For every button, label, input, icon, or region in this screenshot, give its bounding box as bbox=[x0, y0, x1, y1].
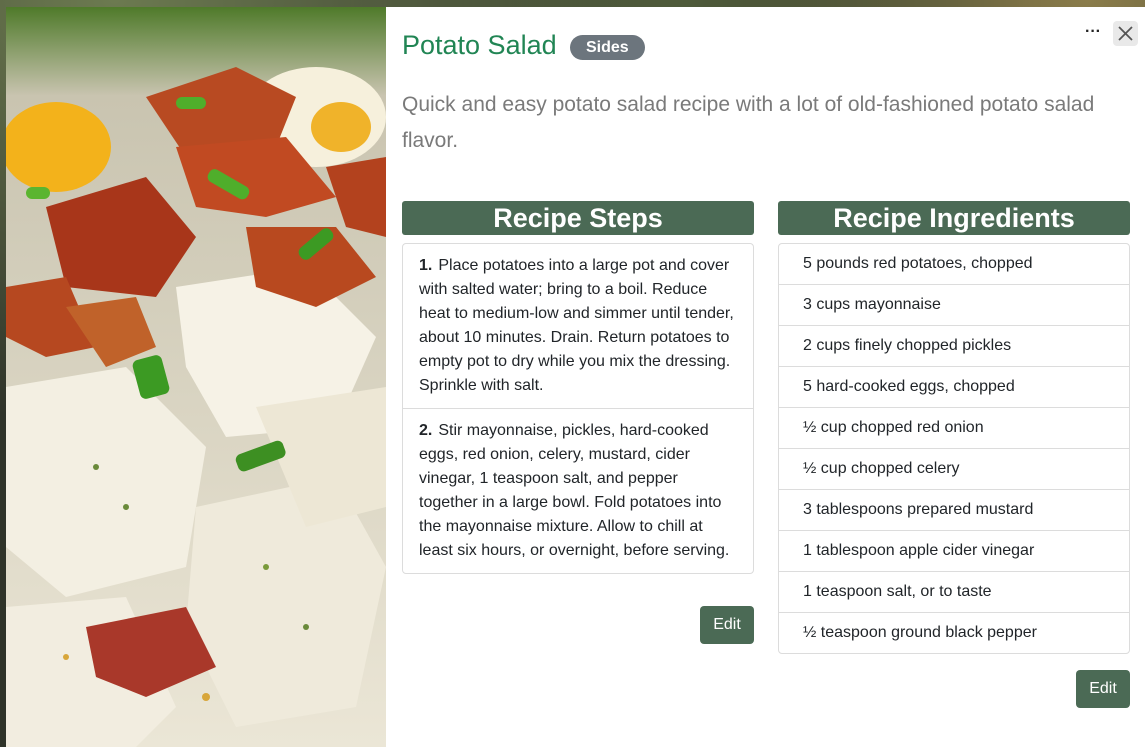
ingredient-item: ½ teaspoon ground black pepper bbox=[779, 612, 1129, 653]
recipe-photo bbox=[6, 7, 386, 747]
step-item: 1. Place potatoes into a large pot and co… bbox=[403, 244, 753, 408]
recipe-modal: Potato Salad Sides ··· Quick and easy po… bbox=[6, 7, 1145, 747]
step-text: Place potatoes into a large pot and cove… bbox=[419, 257, 734, 394]
ellipsis-icon: ··· bbox=[1085, 23, 1101, 40]
ingredient-item: 1 tablespoon apple cider vinegar bbox=[779, 530, 1129, 571]
edit-steps-button[interactable]: Edit bbox=[700, 606, 754, 644]
edit-ingredients-button[interactable]: Edit bbox=[1076, 670, 1130, 708]
more-options-button[interactable]: ··· bbox=[1084, 23, 1102, 43]
steps-list: 1. Place potatoes into a large pot and co… bbox=[402, 243, 754, 574]
category-badge: Sides bbox=[570, 35, 645, 60]
step-number: 2. bbox=[419, 422, 433, 439]
ingredient-item: ½ cup chopped red onion bbox=[779, 407, 1129, 448]
recipe-steps-section: Recipe Steps 1. Place potatoes into a lar… bbox=[402, 201, 754, 574]
recipe-description: Quick and easy potato salad recipe with … bbox=[402, 93, 1095, 152]
step-text: Stir mayonnaise, pickles, hard-cooked eg… bbox=[419, 422, 730, 559]
ingredient-item: ½ cup chopped celery bbox=[779, 448, 1129, 489]
close-icon bbox=[1118, 26, 1133, 41]
recipe-ingredients-section: Recipe Ingredients 5 pounds red potatoes… bbox=[778, 201, 1130, 654]
ingredient-item: 5 pounds red potatoes, chopped bbox=[803, 255, 1033, 272]
step-number: 1. bbox=[419, 257, 433, 274]
ingredient-item: 2 cups finely chopped pickles bbox=[779, 325, 1129, 366]
steps-heading: Recipe Steps bbox=[402, 201, 754, 235]
close-button[interactable] bbox=[1113, 21, 1138, 46]
ingredient-item: 5 hard-cooked eggs, chopped bbox=[779, 366, 1129, 407]
step-item: 2. Stir mayonnaise, pickles, hard-cooked … bbox=[403, 408, 753, 573]
ingredient-item: 3 tablespoons prepared mustard bbox=[779, 489, 1129, 530]
potato-salad-image bbox=[6, 7, 386, 747]
ingredient-item: 3 cups mayonnaise bbox=[779, 284, 1129, 325]
ingredients-heading: Recipe Ingredients bbox=[778, 201, 1130, 235]
ingredients-list: 5 pounds red potatoes, chopped 3 cups ma… bbox=[778, 243, 1130, 654]
recipe-title: Potato Salad bbox=[402, 30, 557, 60]
ingredient-item: 1 teaspoon salt, or to taste bbox=[779, 571, 1129, 612]
